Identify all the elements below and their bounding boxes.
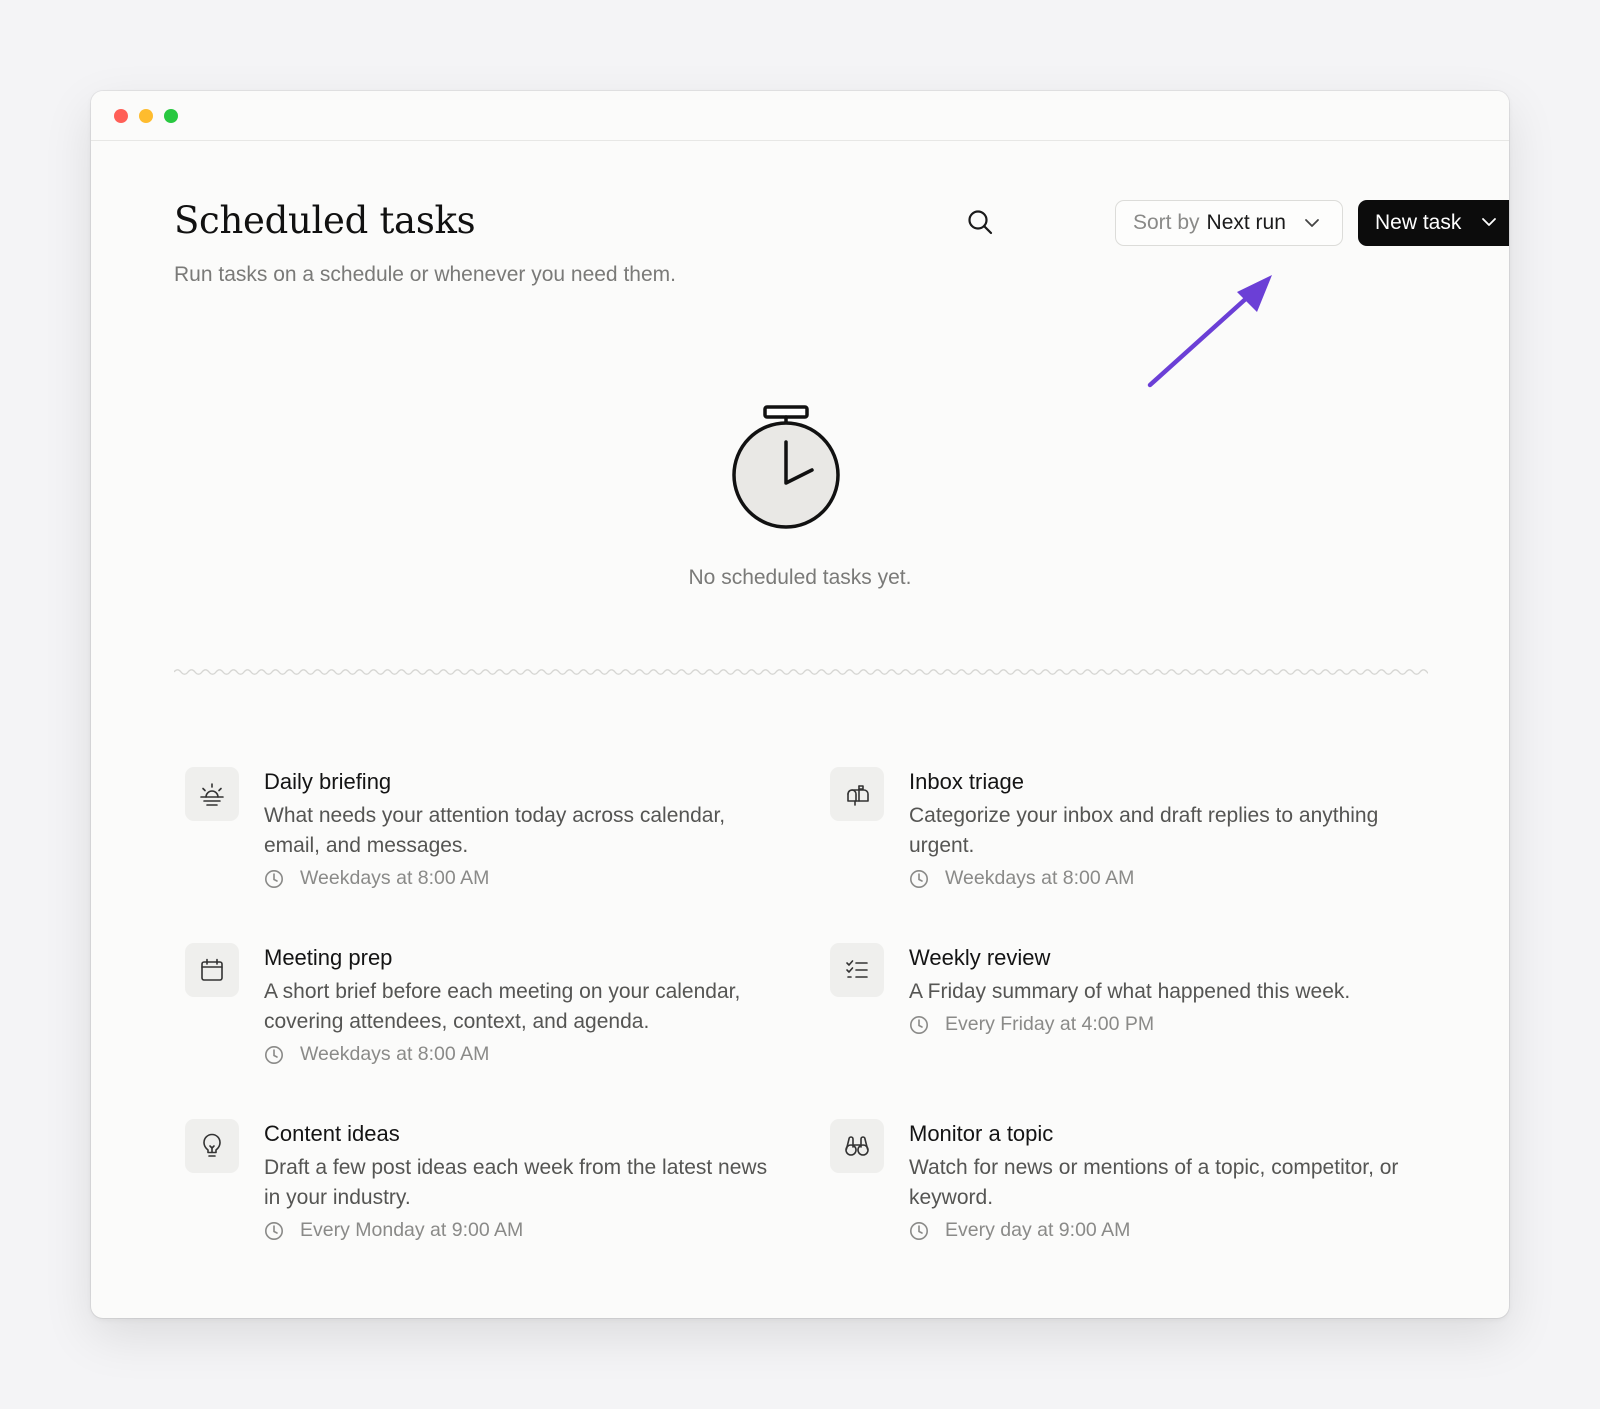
clock-icon [265, 1221, 283, 1240]
clock-icon [910, 1015, 928, 1034]
lightbulb-icon [203, 1133, 221, 1157]
wavy-divider [174, 669, 1428, 675]
card-schedule: Weekdays at 8:00 AM [909, 867, 1134, 890]
card-description: Categorize your inbox and draft replies … [909, 804, 1379, 857]
clock-icon [910, 1221, 928, 1240]
page-subtitle: Run tasks on a schedule or whenever you … [174, 263, 676, 286]
card-icon-box [185, 1119, 239, 1173]
card-schedule-text: Weekdays at 8:00 AM [300, 1043, 490, 1065]
chevron-down-icon [1305, 219, 1319, 227]
card-schedule-text: Weekdays at 8:00 AM [945, 867, 1135, 889]
clock-icon [265, 869, 283, 888]
card-icon-box [830, 943, 884, 997]
search-icon [968, 210, 993, 235]
search-button[interactable] [963, 205, 997, 239]
annotation-arrow [1147, 275, 1272, 388]
clock-icon [265, 1045, 283, 1064]
card-title: Meeting prep [264, 945, 393, 970]
card-description: What needs your attention today across c… [264, 804, 726, 857]
card-description: A short brief before each meeting on you… [264, 980, 741, 1033]
card-title: Monitor a topic [909, 1121, 1054, 1146]
chevron-down-icon [1482, 218, 1496, 226]
sunrise-icon [200, 783, 224, 806]
page-title: Scheduled tasks [174, 199, 476, 242]
empty-state-message: No scheduled tasks yet. [688, 566, 912, 589]
card-schedule-text: Every day at 9:00 AM [945, 1219, 1131, 1241]
card-schedule-text: Weekdays at 8:00 AM [300, 867, 490, 889]
card-title: Weekly review [909, 945, 1051, 970]
card-icon-box [185, 943, 239, 997]
close-window-button[interactable] [114, 109, 128, 123]
card-title: Daily briefing [264, 769, 392, 794]
card-icon-box [830, 1119, 884, 1173]
card-description: Draft a few post ideas each week from th… [264, 1156, 768, 1209]
card-schedule: Every Friday at 4:00 PM [909, 1013, 1154, 1036]
calendar-icon [201, 958, 223, 981]
sort-value-label: Next run [1206, 211, 1286, 234]
card-description: A Friday summary of what happened this w… [909, 980, 1351, 1003]
maximize-window-button[interactable] [164, 109, 178, 123]
mailbox-icon [847, 785, 869, 806]
clock-icon [910, 869, 928, 888]
title-bar [91, 91, 1509, 141]
new-task-label: New task [1375, 211, 1462, 234]
card-schedule: Weekdays at 8:00 AM [264, 867, 489, 890]
checklist-icon [846, 960, 868, 978]
card-icon-box [830, 767, 884, 821]
card-schedule-text: Every Friday at 4:00 PM [945, 1013, 1155, 1035]
minimize-window-button[interactable] [139, 109, 153, 123]
wavy-divider-path [174, 669, 1428, 675]
card-icon-box [185, 767, 239, 821]
card-title: Inbox triage [909, 769, 1024, 794]
card-schedule: Every day at 9:00 AM [909, 1219, 1130, 1242]
card-schedule-text: Every Monday at 9:00 AM [300, 1219, 524, 1241]
card-schedule: Every Monday at 9:00 AM [264, 1219, 523, 1242]
card-title: Content ideas [264, 1121, 400, 1146]
card-description: Watch for news or mentions of a topic, c… [909, 1156, 1399, 1209]
stopwatch-icon [732, 405, 840, 529]
sort-dropdown[interactable]: Sort by Next run [1115, 200, 1343, 246]
binoculars-icon [845, 1136, 869, 1156]
app-window: Scheduled tasks Run tasks on a schedule … [91, 91, 1509, 1318]
card-schedule: Weekdays at 8:00 AM [264, 1043, 489, 1066]
sort-prefix-label: Sort by [1133, 211, 1200, 234]
new-task-button[interactable]: New task [1358, 200, 1509, 246]
